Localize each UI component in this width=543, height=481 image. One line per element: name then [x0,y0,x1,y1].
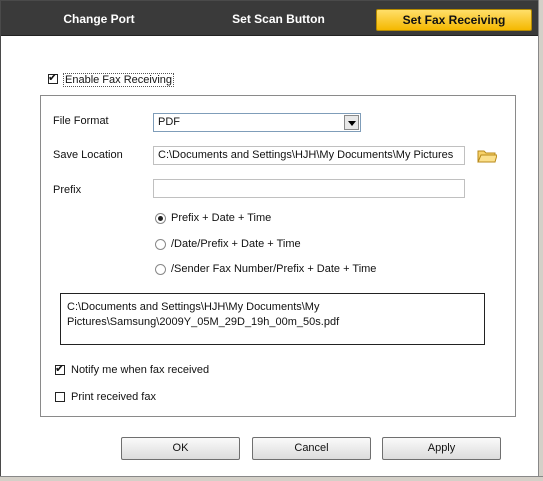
notify-checkbox[interactable] [55,362,65,375]
prefix-label: Prefix [53,184,82,196]
apply-button[interactable]: Apply [382,437,501,460]
print-fax-checkbox[interactable] [55,392,65,402]
fax-settings-window: Change Port Set Scan Button Set Fax Rece… [0,0,543,481]
tab-bar: Change Port Set Scan Button Set Fax Rece… [1,1,539,36]
tab-set-fax-receiving[interactable]: Set Fax Receiving [376,9,532,31]
enable-fax-label: Enable Fax Receiving [63,73,175,87]
folder-icon[interactable] [477,148,497,164]
naming-option-label-1: Prefix + Date + Time [171,212,272,224]
naming-option-label-3: /Sender Fax Number/Prefix + Date + Time [171,263,377,275]
notify-label: Notify me when fax received [71,364,210,376]
file-format-select[interactable]: PDF [153,113,361,132]
save-location-field[interactable]: C:\Documents and Settings\HJH\My Documen… [153,146,465,165]
window-frame-right [538,0,543,481]
print-fax-label: Print received fax [71,391,156,403]
save-location-value: C:\Documents and Settings\HJH\My Documen… [158,149,454,161]
tab-set-scan-button[interactable]: Set Scan Button [206,9,351,29]
naming-option-radio-3[interactable] [155,264,166,275]
prefix-input[interactable] [153,179,465,198]
naming-option-label-2: /Date/Prefix + Date + Time [171,238,301,250]
path-preview-line-1: C:\Documents and Settings\HJH\My Documen… [67,301,320,313]
path-preview-line-2: Pictures\Samsung\2009Y_05M_29D_19h_00m_5… [67,316,340,328]
window-frame-bottom [0,476,543,481]
save-location-label: Save Location [53,149,123,161]
file-format-value: PDF [158,116,180,128]
ok-button[interactable]: OK [121,437,240,460]
cancel-button[interactable]: Cancel [252,437,371,460]
path-preview-box: C:\Documents and Settings\HJH\My Documen… [60,293,485,345]
naming-option-radio-2[interactable] [155,239,166,250]
naming-option-radio-1[interactable] [155,213,166,224]
enable-fax-checkbox[interactable] [48,71,58,84]
chevron-down-icon[interactable] [344,115,359,130]
file-format-label: File Format [53,115,109,127]
tab-change-port[interactable]: Change Port [39,9,159,29]
